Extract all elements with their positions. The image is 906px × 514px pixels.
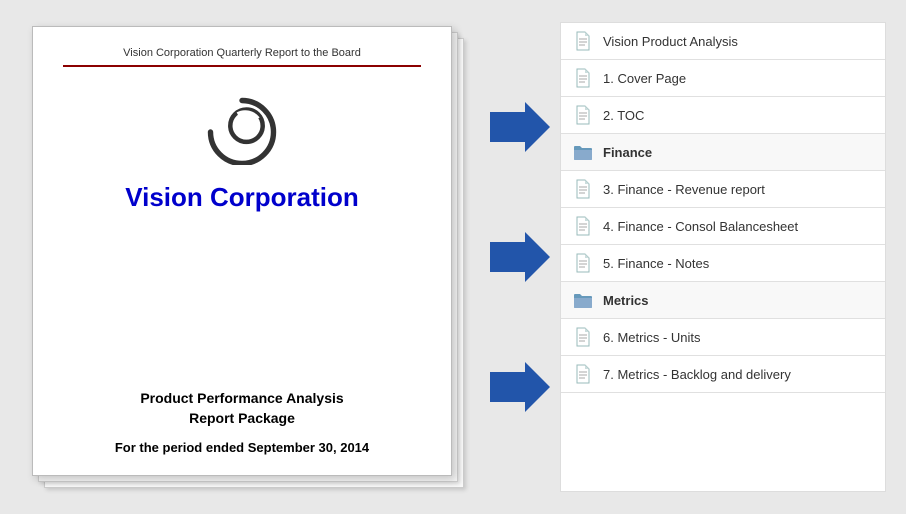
document-icon [573,68,593,88]
main-container: Vision Corporation Quarterly Report to t… [0,0,906,514]
nav-item-metrics-units[interactable]: 6. Metrics - Units [561,319,885,356]
nav-item-label-metrics-units: 6. Metrics - Units [603,330,701,345]
nav-item-finance-balancesheet[interactable]: 4. Finance - Consol Balancesheet [561,208,885,245]
document-icon [573,105,593,125]
doc-header: Vision Corporation Quarterly Report to t… [123,47,361,59]
nav-panel: Vision Product Analysis 1. Cover Page 2.… [560,22,886,492]
nav-item-finance-notes[interactable]: 5. Finance - Notes [561,245,885,282]
nav-item-metrics-backlog[interactable]: 7. Metrics - Backlog and delivery [561,356,885,393]
arrow-top [490,102,550,152]
document-icon [573,253,593,273]
nav-item-finance[interactable]: Finance [561,134,885,171]
document-stack: Vision Corporation Quarterly Report to t… [20,22,480,492]
doc-divider [63,65,421,67]
report-period: For the period ended September 30, 2014 [115,440,369,455]
nav-item-cover-page[interactable]: 1. Cover Page [561,60,885,97]
nav-item-label-finance-notes: 5. Finance - Notes [603,256,709,271]
nav-item-label-finance: Finance [603,145,652,160]
arrows-area [480,22,560,492]
document-icon [573,31,593,51]
folder-icon [573,142,593,162]
nav-item-label-finance-revenue: 3. Finance - Revenue report [603,182,765,197]
doc-body: Product Performance Analysis Report Pack… [115,390,369,455]
nav-item-vision-product-analysis[interactable]: Vision Product Analysis [561,23,885,60]
nav-item-label-metrics-backlog: 7. Metrics - Backlog and delivery [603,367,791,382]
nav-item-label-vision-product-analysis: Vision Product Analysis [603,34,738,49]
document-main: Vision Corporation Quarterly Report to t… [32,26,452,476]
nav-item-finance-revenue[interactable]: 3. Finance - Revenue report [561,171,885,208]
arrow-bottom [490,362,550,412]
document-icon [573,327,593,347]
arrow-middle [490,232,550,282]
report-title-line2: Report Package [115,410,369,426]
nav-item-label-toc: 2. TOC [603,108,644,123]
folder-icon [573,290,593,310]
nav-item-toc[interactable]: 2. TOC [561,97,885,134]
company-logo [192,87,292,167]
nav-item-metrics[interactable]: Metrics [561,282,885,319]
company-name: Vision Corporation [125,182,359,213]
document-icon [573,179,593,199]
document-icon [573,364,593,384]
nav-item-label-cover-page: 1. Cover Page [603,71,686,86]
report-title-line1: Product Performance Analysis [115,390,369,406]
nav-item-label-metrics: Metrics [603,293,649,308]
nav-item-label-finance-balancesheet: 4. Finance - Consol Balancesheet [603,219,798,234]
document-icon [573,216,593,236]
